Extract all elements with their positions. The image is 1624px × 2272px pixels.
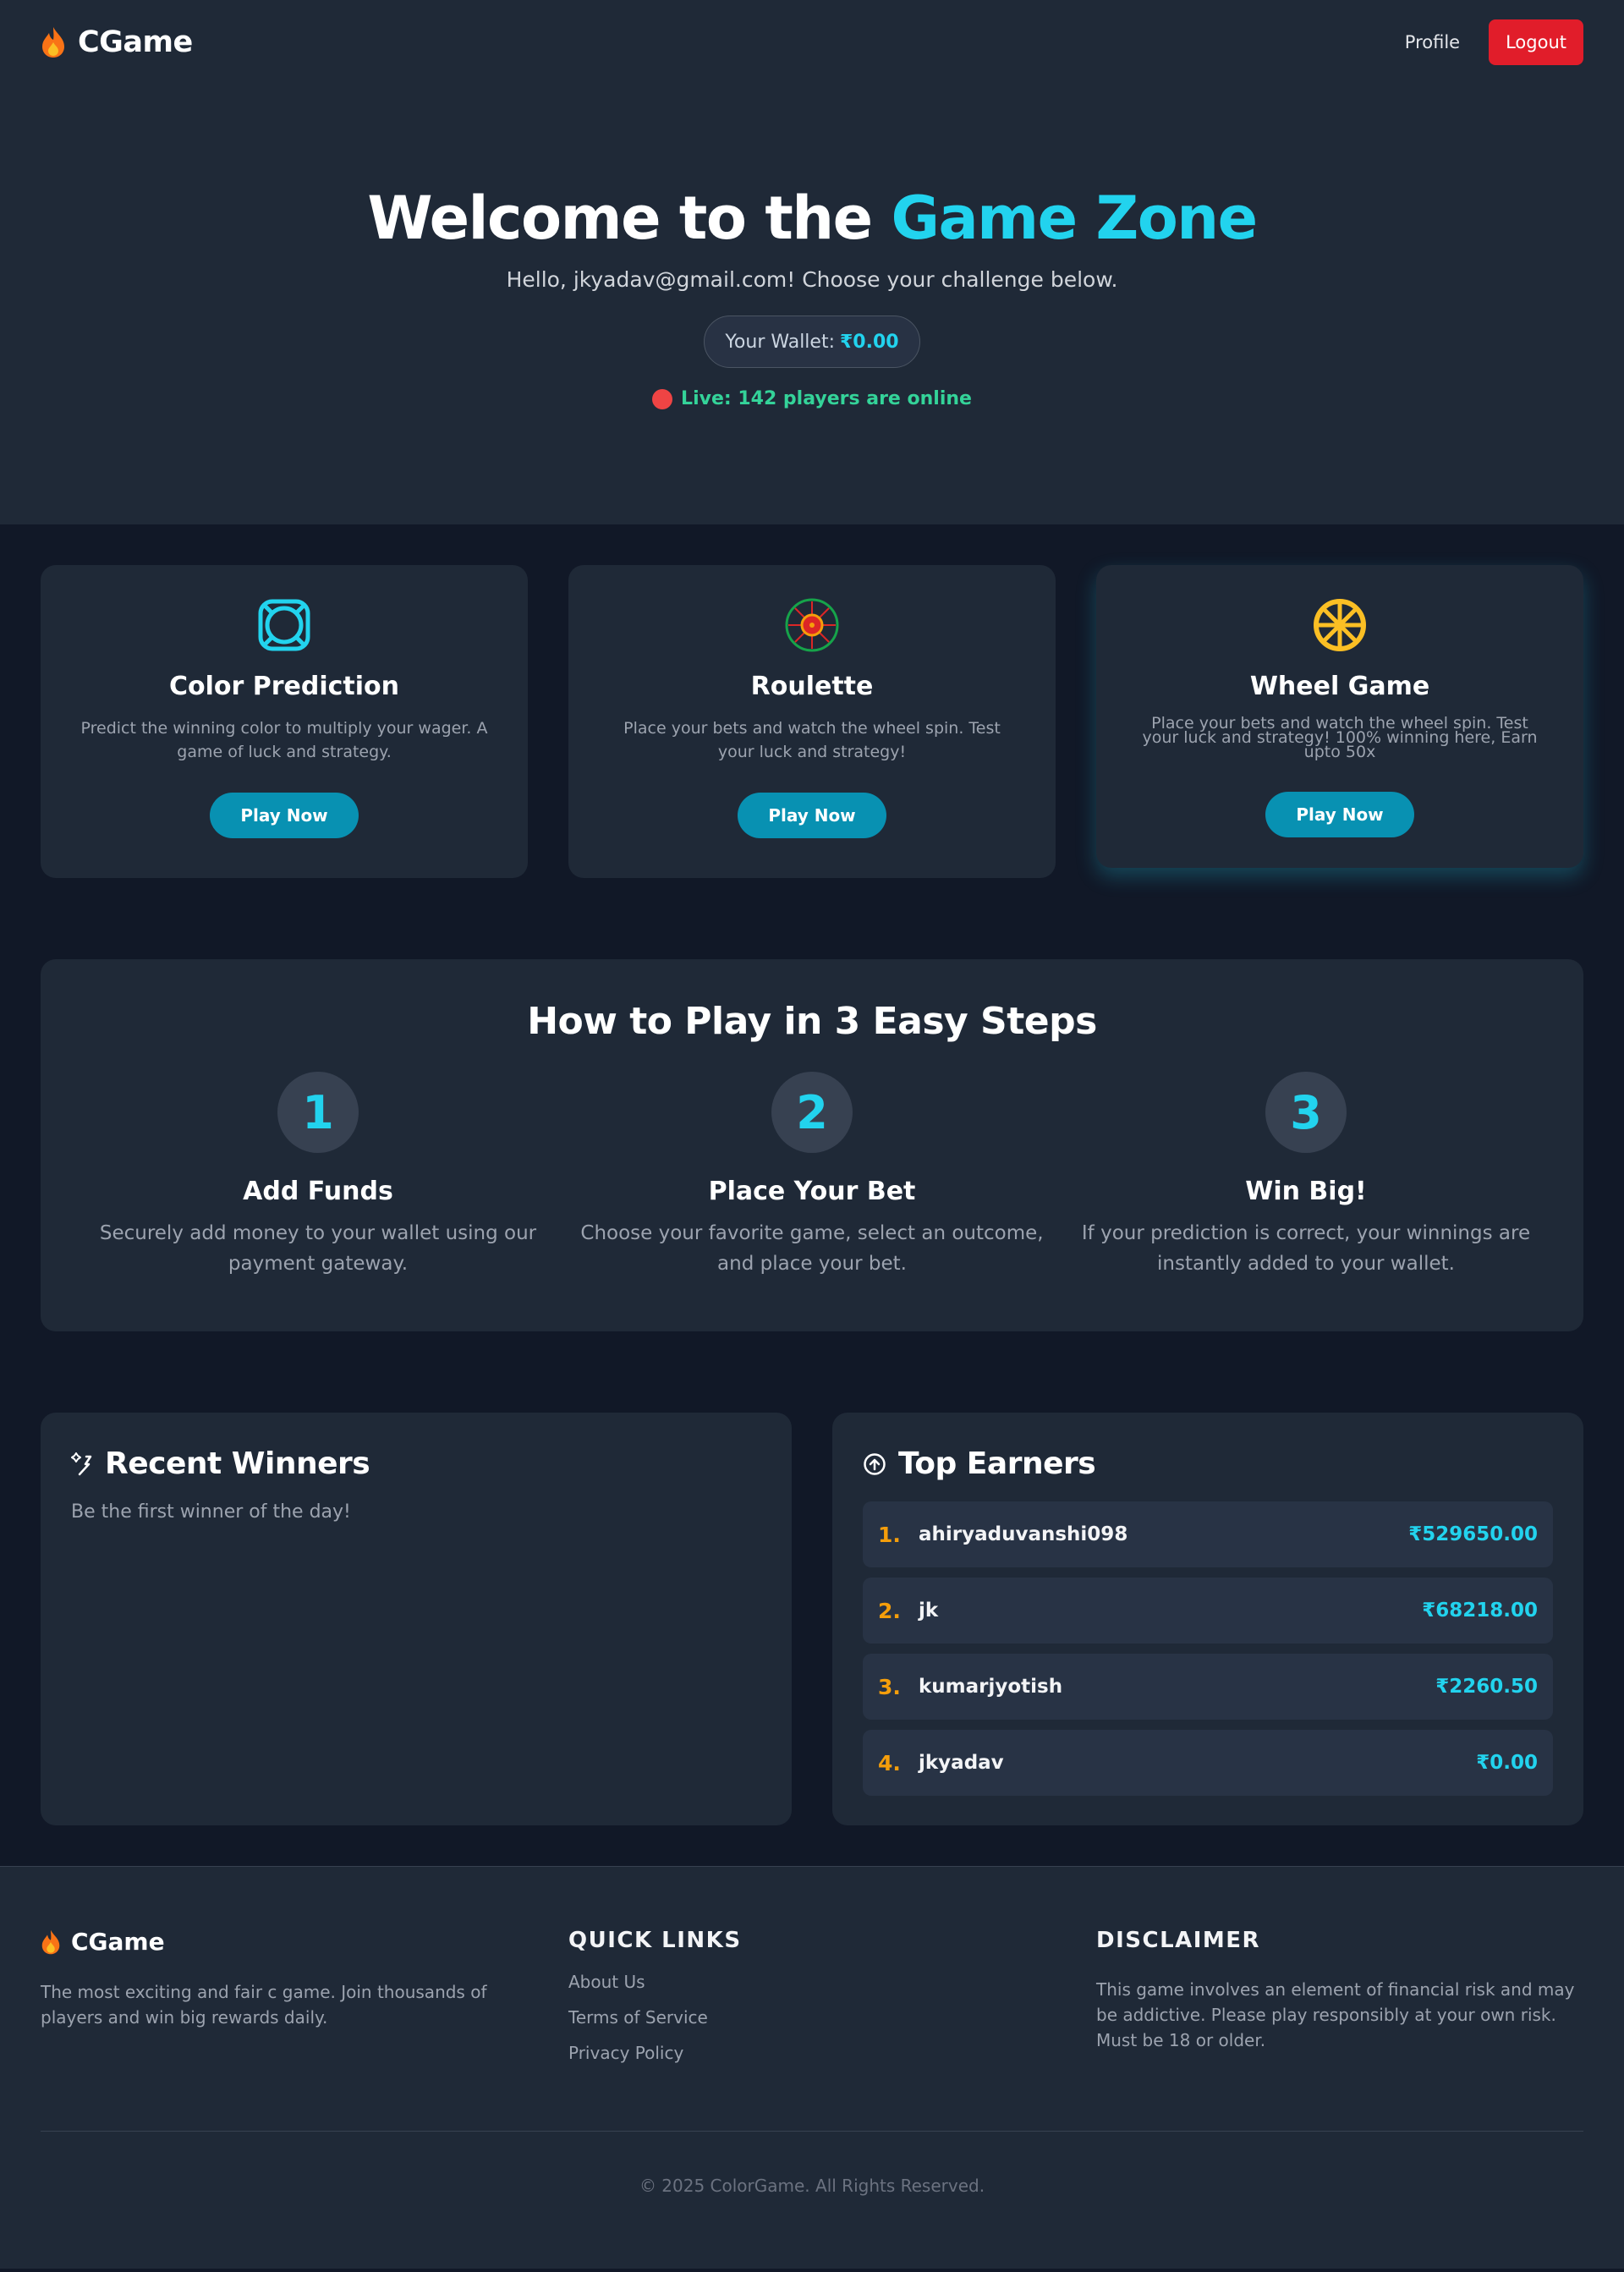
disclaimer-title: DISCLAIMER [1096, 1928, 1261, 1953]
life-ring-icon [258, 599, 310, 651]
footer-about: CGame The most exciting and fair c game.… [41, 1928, 528, 2063]
wheel-icon [1314, 599, 1366, 651]
about-us-link[interactable]: About Us [568, 1972, 1056, 1992]
navbar: CGame Profile Logout [0, 0, 1624, 85]
earner-rank: 3. [878, 1674, 901, 1699]
flame-icon [41, 1929, 60, 1954]
nav-actions: Profile Logout [1405, 19, 1583, 65]
brand-name: CGame [78, 25, 193, 59]
arrow-up-circle-icon [864, 1452, 886, 1475]
earner-name: jkyadav [919, 1752, 1004, 1774]
play-now-button-color-prediction[interactable]: Play Now [210, 793, 359, 838]
game-description: Place your bets and watch the wheel spin… [623, 719, 1001, 761]
wallet-amount: ₹0.00 [840, 331, 899, 353]
game-title: Color Prediction [168, 672, 400, 701]
game-card-color-prediction: Color Prediction Predict the winning col… [41, 565, 528, 878]
earner-rank: 2. [878, 1598, 901, 1623]
earner-name: jk [919, 1600, 939, 1622]
step-title: Win Big! [1245, 1177, 1367, 1206]
roulette-wheel-icon [785, 598, 839, 652]
top-earners-panel: Top Earners 1. ahiryaduvanshi098 ₹529650… [832, 1413, 1583, 1825]
wallet-label: Your Wallet: [725, 331, 835, 353]
live-text: Live: 142 players are online [681, 388, 972, 409]
brand-logo[interactable]: CGame [41, 25, 193, 59]
step-win-big: 3 Win Big! If your prediction is correct… [1069, 1072, 1543, 1279]
game-description: Predict the winning color to multiply yo… [80, 719, 488, 761]
game-cards: Color Prediction Predict the winning col… [41, 565, 1583, 878]
step-place-bet: 2 Place Your Bet Choose your favorite ga… [575, 1072, 1049, 1279]
step-description: If your prediction is correct, your winn… [1081, 1222, 1531, 1275]
earner-rank: 1. [878, 1522, 901, 1547]
top-earners-title: Top Earners [898, 1446, 1096, 1481]
hero-title-prefix: Welcome to the [367, 184, 892, 253]
earner-amount: ₹68218.00 [1422, 1600, 1538, 1622]
play-now-button-roulette[interactable]: Play Now [738, 793, 886, 838]
quick-links-title: QUICK LINKS [568, 1928, 742, 1953]
live-status: Live: 142 players are online [652, 388, 972, 409]
hero-section: Welcome to the Game Zone Hello, jkyadav@… [0, 85, 1624, 524]
terms-of-service-link[interactable]: Terms of Service [568, 2007, 1056, 2028]
list-item: 3. kumarjyotish ₹2260.50 [863, 1654, 1553, 1720]
copyright-text: © 2025 ColorGame. All Rights Reserved. [639, 2176, 985, 2196]
steps-row: 1 Add Funds Securely add money to your w… [41, 1072, 1583, 1279]
game-title: Roulette [750, 672, 874, 701]
earner-amount: ₹529650.00 [1408, 1523, 1538, 1545]
list-item: 4. jkyadav ₹0.00 [863, 1730, 1553, 1796]
recent-winners-empty-text: Be the first winner of the day! [71, 1501, 351, 1523]
footer-brand[interactable]: CGame [41, 1928, 528, 1956]
step-number: 3 [1265, 1072, 1347, 1153]
footer: CGame The most exciting and fair c game.… [0, 1866, 1624, 2269]
step-number: 1 [277, 1072, 359, 1153]
how-to-play-section: How to Play in 3 Easy Steps 1 Add Funds … [41, 959, 1583, 1331]
game-description: Place your bets and watch the wheel spin… [1142, 714, 1538, 761]
game-card-wheel-game: Wheel Game Place your bets and watch the… [1096, 565, 1583, 868]
earner-amount: ₹0.00 [1476, 1752, 1538, 1774]
panel-header: Top Earners [863, 1446, 1553, 1481]
profile-link[interactable]: Profile [1405, 32, 1460, 52]
step-title: Place Your Bet [708, 1177, 916, 1206]
quick-links-list: About Us Terms of Service Privacy Policy [568, 1972, 1056, 2063]
footer-brand-name: CGame [71, 1928, 165, 1956]
step-add-funds: 1 Add Funds Securely add money to your w… [81, 1072, 555, 1279]
step-description: Securely add money to your wallet using … [99, 1222, 537, 1275]
earner-name: kumarjyotish [919, 1676, 1063, 1698]
flame-icon [42, 27, 64, 58]
wallet-badge: Your Wallet: ₹0.00 [704, 316, 920, 368]
footer-divider [41, 2131, 1583, 2132]
live-dot-icon [652, 388, 673, 409]
steps-title: How to Play in 3 Easy Steps [527, 1000, 1097, 1043]
main-content: Color Prediction Predict the winning col… [0, 524, 1624, 1866]
play-now-button-wheel-game[interactable]: Play Now [1265, 792, 1414, 837]
disclaimer-text: This game involves an element of financi… [1096, 1979, 1575, 2050]
list-item: 2. jk ₹68218.00 [863, 1578, 1553, 1644]
logout-button[interactable]: Logout [1489, 19, 1583, 65]
game-card-roulette: Roulette Place your bets and watch the w… [568, 565, 1056, 878]
list-item: 1. ahiryaduvanshi098 ₹529650.00 [863, 1501, 1553, 1567]
footer-about-text: The most exciting and fair c game. Join … [41, 1982, 487, 2028]
step-title: Add Funds [243, 1177, 393, 1206]
footer-disclaimer: DISCLAIMER This game involves an element… [1096, 1928, 1583, 2063]
sparkle-wand-icon [71, 1452, 92, 1475]
hero-title-accent: Game Zone [891, 184, 1258, 253]
panel-header: Recent Winners [71, 1446, 761, 1481]
hero-greeting: Hello, jkyadav@gmail.com! Choose your ch… [506, 267, 1118, 292]
hero-title: Welcome to the Game Zone [367, 184, 1258, 253]
privacy-policy-link[interactable]: Privacy Policy [568, 2043, 1056, 2063]
step-number: 2 [771, 1072, 853, 1153]
footer-quick-links: QUICK LINKS About Us Terms of Service Pr… [568, 1928, 1056, 2063]
earner-name: ahiryaduvanshi098 [919, 1523, 1128, 1545]
earner-rank: 4. [878, 1750, 901, 1775]
top-earners-list: 1. ahiryaduvanshi098 ₹529650.00 2. jk ₹6… [863, 1501, 1553, 1796]
footer-columns: CGame The most exciting and fair c game.… [41, 1928, 1583, 2063]
earner-amount: ₹2260.50 [1435, 1676, 1538, 1698]
recent-winners-panel: Recent Winners Be the first winner of th… [41, 1413, 792, 1825]
leaderboard-panels: Recent Winners Be the first winner of th… [41, 1413, 1583, 1825]
step-description: Choose your favorite game, select an out… [580, 1222, 1044, 1275]
game-title: Wheel Game [1249, 672, 1430, 701]
recent-winners-title: Recent Winners [105, 1446, 370, 1481]
